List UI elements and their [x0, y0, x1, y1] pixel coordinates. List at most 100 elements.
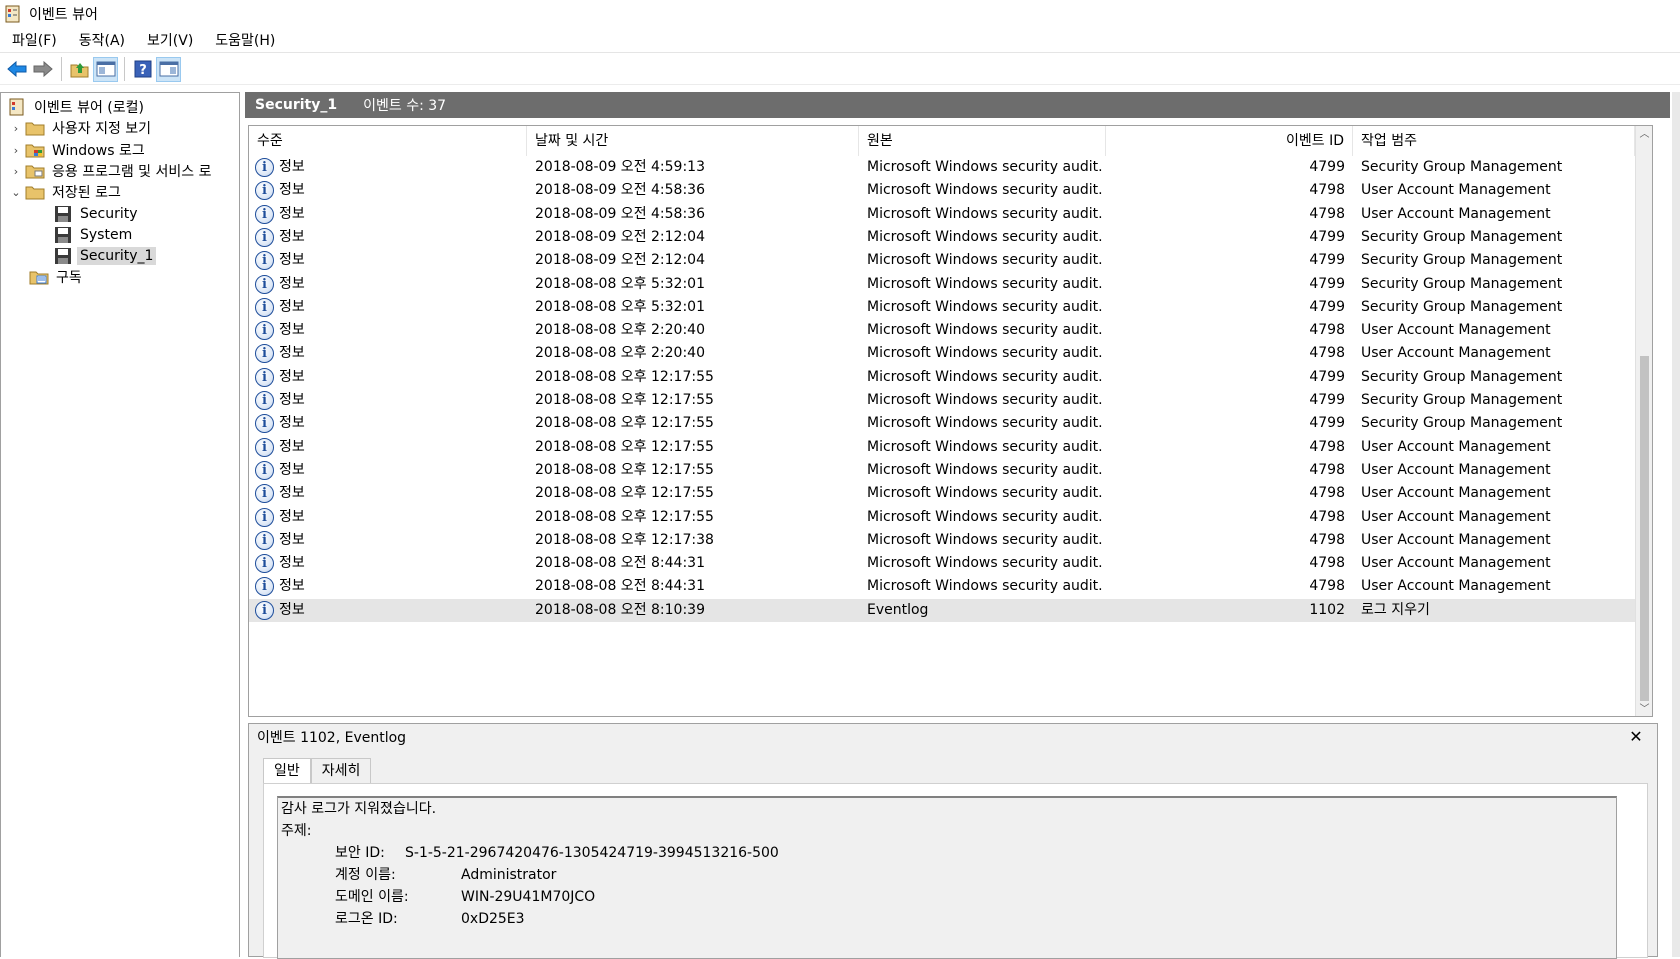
cell-category: User Account Management: [1361, 578, 1551, 595]
cell-event-id: 4799: [1309, 275, 1345, 292]
table-row[interactable]: i 정보 2018-08-09 오전 4:58:36 Microsoft Window…: [249, 203, 1639, 226]
domain-name-value: WIN-29U41M70JCO: [461, 889, 596, 905]
cell-datetime: 2018-08-09 오전 2:12:04: [535, 228, 705, 245]
tree-item-saved-security-1[interactable]: Security_1: [51, 245, 157, 267]
cell-event-id: 4798: [1309, 508, 1345, 525]
cell-level: 정보: [279, 485, 305, 502]
cell-datetime: 2018-08-08 오후 12:17:55: [535, 438, 714, 455]
cell-datetime: 2018-08-08 오후 5:32:01: [535, 298, 705, 315]
event-message[interactable]: 감사 로그가 지워졌습니다. 주제: 보안 ID: S-1-5-21-29674…: [277, 796, 1617, 959]
folder-up-icon: [70, 63, 88, 78]
chevron-down-icon[interactable]: ⌄: [9, 186, 23, 199]
tree-item-root[interactable]: 이벤트 뷰어 (로컬): [5, 96, 147, 118]
tree-item-windows-logs[interactable]: › Windows 로그: [9, 139, 148, 161]
toolbar-separator: [61, 57, 62, 81]
cell-level: 정보: [279, 578, 305, 595]
table-row[interactable]: i 정보 2018-08-08 오후 2:20:40 Microsoft Window…: [249, 319, 1639, 342]
table-row[interactable]: i 정보 2018-08-08 오후 12:17:55 Microsoft Windo…: [249, 366, 1639, 389]
cell-event-id: 4799: [1309, 415, 1345, 432]
tree-item-app-service-logs[interactable]: › 응용 프로그램 및 서비스 로: [9, 160, 214, 182]
cell-category: Security Group Management: [1361, 392, 1563, 408]
table-row[interactable]: i 정보 2018-08-08 오후 5:32:01 Microsoft Window…: [249, 296, 1639, 319]
table-row[interactable]: i 정보 2018-08-08 오후 12:17:55 Microsoft Windo…: [249, 412, 1639, 435]
table-row[interactable]: i 정보 2018-08-08 오후 12:17:55 Microsoft Windo…: [249, 506, 1639, 529]
table-row[interactable]: i 정보 2018-08-08 오후 12:17:55 Microsoft Windo…: [249, 436, 1639, 459]
event-viewer-icon: [5, 5, 20, 22]
table-row[interactable]: i 정보 2018-08-09 오전 2:12:04 Microsoft Window…: [249, 249, 1639, 272]
chevron-right-icon[interactable]: ›: [9, 122, 23, 135]
table-row[interactable]: i 정보 2018-08-08 오전 8:44:31 Microsoft Window…: [249, 552, 1639, 575]
tab-panel: 감사 로그가 지워졌습니다. 주제: 보안 ID: S-1-5-21-29674…: [263, 783, 1648, 959]
info-icon: i: [255, 437, 274, 457]
cell-datetime: 2018-08-08 오후 12:17:55: [535, 368, 714, 385]
tree-item-saved-security[interactable]: Security: [51, 203, 141, 225]
event-viewer-icon: [9, 98, 24, 116]
cell-category: User Account Management: [1361, 485, 1551, 502]
forward-button[interactable]: [30, 57, 55, 82]
cell-datetime: 2018-08-08 오후 12:17:38: [535, 531, 714, 548]
cell-category: 로그 지우기: [1361, 601, 1430, 618]
cell-category: User Account Management: [1361, 438, 1551, 455]
scroll-thumb[interactable]: [1640, 356, 1649, 701]
info-icon: i: [255, 181, 274, 201]
chevron-right-icon[interactable]: ›: [9, 144, 23, 157]
info-icon: i: [255, 507, 274, 527]
tab-details[interactable]: 자세히: [310, 758, 372, 784]
detail-tabs: 일반 자세히: [263, 758, 372, 785]
cell-level: 정보: [279, 555, 305, 572]
table-row[interactable]: i 정보 2018-08-08 오전 8:10:39 Eventlog 1102 로그 지…: [249, 598, 1639, 622]
close-icon[interactable]: ✕: [1625, 726, 1647, 748]
scroll-up-icon[interactable]: ︿: [1636, 126, 1652, 143]
main-pane: Security_1 이벤트 수: 37 수준 날짜 및 시간 원본 이벤트 I…: [245, 92, 1680, 959]
up-folder-button[interactable]: [67, 57, 92, 82]
table-row[interactable]: i 정보 2018-08-08 오후 12:17:55 Microsoft Windo…: [249, 482, 1639, 505]
event-count: 이벤트 수: 37: [363, 98, 447, 114]
table-row[interactable]: i 정보 2018-08-09 오전 4:58:36 Microsoft Window…: [249, 179, 1639, 202]
tree-item-saved-system[interactable]: System: [51, 224, 135, 246]
cell-datetime: 2018-08-08 오후 12:17:55: [535, 508, 714, 525]
cell-source: Microsoft Windows security audit...: [867, 345, 1103, 362]
logon-id-value: 0xD25E3: [461, 911, 525, 927]
saved-log-icon: [55, 248, 71, 264]
cell-source: Microsoft Windows security audit...: [867, 415, 1103, 432]
menu-action[interactable]: 동작(A): [67, 30, 135, 50]
tab-general[interactable]: 일반: [263, 758, 311, 785]
column-header-category[interactable]: 작업 범주: [1353, 126, 1635, 156]
menu-file[interactable]: 파일(F): [0, 30, 67, 50]
column-header-event-id[interactable]: 이벤트 ID: [1106, 126, 1353, 156]
tree-item-subscriptions[interactable]: 구독: [27, 266, 85, 288]
cell-datetime: 2018-08-09 오전 4:58:36: [535, 182, 705, 199]
table-row[interactable]: i 정보 2018-08-08 오후 12:17:55 Microsoft Windo…: [249, 459, 1639, 482]
chevron-right-icon[interactable]: ›: [9, 165, 23, 178]
info-icon: i: [255, 530, 274, 550]
column-header-level[interactable]: 수준: [249, 126, 527, 156]
column-header-source[interactable]: 원본: [859, 126, 1106, 156]
menu-view[interactable]: 보기(V): [135, 30, 203, 50]
menu-help[interactable]: 도움말(H): [203, 30, 285, 50]
cell-category: Security Group Management: [1361, 415, 1563, 432]
tree-item-saved-logs[interactable]: ⌄ 저장된 로그: [9, 181, 124, 203]
show-hide-tree-button[interactable]: [93, 56, 118, 82]
info-icon: i: [255, 204, 274, 224]
cell-event-id: 4798: [1309, 438, 1345, 455]
cell-category: Security Group Management: [1361, 275, 1563, 292]
back-button[interactable]: [4, 57, 29, 82]
event-list-scrollbar[interactable]: ︿ ﹀: [1635, 126, 1652, 716]
column-header-datetime[interactable]: 날짜 및 시간: [527, 126, 859, 156]
table-row[interactable]: i 정보 2018-08-09 오전 2:12:04 Microsoft Window…: [249, 226, 1639, 249]
event-list: 수준 날짜 및 시간 원본 이벤트 ID 작업 범주 i 정보 2018-08-09…: [248, 125, 1653, 717]
cell-source: Microsoft Windows security audit...: [867, 461, 1103, 478]
table-row[interactable]: i 정보 2018-08-08 오후 2:20:40 Microsoft Window…: [249, 342, 1639, 365]
cell-level: 정보: [279, 322, 305, 339]
help-button[interactable]: ?: [130, 57, 155, 82]
table-row[interactable]: i 정보 2018-08-08 오후 5:32:01 Microsoft Window…: [249, 273, 1639, 296]
table-row[interactable]: i 정보 2018-08-08 오후 12:17:55 Microsoft Windo…: [249, 389, 1639, 412]
table-row[interactable]: i 정보 2018-08-09 오전 4:59:13 Microsoft Window…: [249, 156, 1639, 179]
saved-log-icon: [55, 227, 71, 243]
table-row[interactable]: i 정보 2018-08-08 오전 8:44:31 Microsoft Window…: [249, 575, 1639, 598]
table-row[interactable]: i 정보 2018-08-08 오후 12:17:38 Microsoft Windo…: [249, 529, 1639, 552]
scroll-down-icon[interactable]: ﹀: [1636, 701, 1652, 716]
cell-source: Eventlog: [867, 601, 929, 618]
show-hide-action-pane-button[interactable]: [156, 56, 181, 82]
tree-item-custom-views[interactable]: › 사용자 지정 보기: [9, 117, 154, 139]
